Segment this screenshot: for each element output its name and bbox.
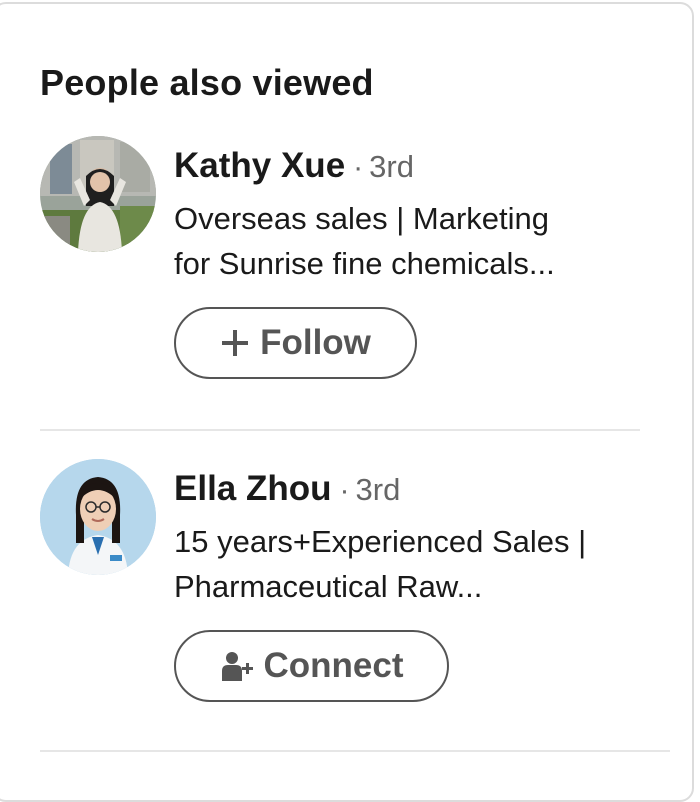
connection-degree: 3rd — [369, 149, 414, 184]
section-title: People also viewed — [40, 62, 374, 103]
divider — [40, 750, 670, 752]
plus-icon — [220, 328, 250, 358]
person-add-icon — [220, 649, 254, 683]
headline-line: 15 years+Experienced Sales | — [174, 524, 587, 559]
person-headline: Overseas sales | Marketing for Sunrise f… — [174, 196, 654, 286]
connect-button[interactable]: Connect — [174, 630, 449, 702]
headline-line: Pharmaceutical Raw... — [174, 569, 483, 604]
headline-line: Overseas sales | Marketing — [174, 201, 550, 236]
connection-degree: 3rd — [355, 472, 401, 507]
connect-button-label: Connect — [263, 646, 404, 685]
person-name[interactable]: Ella Zhou — [174, 469, 332, 508]
separator-dot: · — [353, 151, 364, 184]
name-line: Kathy Xue · 3rd — [174, 144, 414, 195]
follow-button[interactable]: Follow — [174, 307, 417, 379]
avatar[interactable] — [40, 459, 156, 575]
person-headline: 15 years+Experienced Sales | Pharmaceuti… — [174, 519, 654, 609]
avatar[interactable] — [40, 136, 156, 252]
headline-line: for Sunrise fine chemicals... — [174, 246, 555, 281]
follow-button-label: Follow — [260, 323, 371, 362]
name-line: Ella Zhou · 3rd — [174, 467, 400, 518]
separator-dot: · — [339, 474, 350, 507]
person-name[interactable]: Kathy Xue — [174, 146, 345, 185]
divider — [40, 429, 640, 431]
